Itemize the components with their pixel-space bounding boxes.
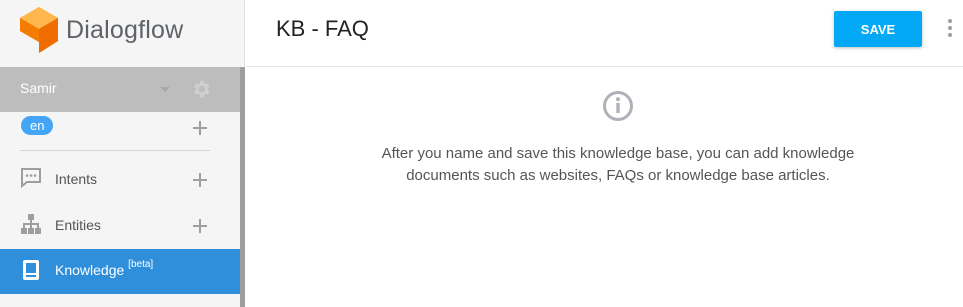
add-entity-icon[interactable]	[193, 219, 207, 233]
sidebar-item-label: Entities	[55, 217, 101, 233]
sidebar-item-label: Intents	[55, 171, 98, 187]
add-language-icon[interactable]	[193, 121, 207, 135]
empty-state-message: After you name and save this knowledge b…	[381, 145, 855, 184]
dialogflow-logo-icon	[20, 7, 58, 53]
sidebar-item-intents[interactable]: Intents	[0, 156, 240, 201]
sidebar-item-knowledge[interactable]: Knowledge [beta]	[0, 249, 240, 294]
more-vert-icon[interactable]	[946, 17, 954, 39]
sidebar: Dialogflow Samir en Intents Entities Kno…	[0, 0, 245, 307]
hierarchy-icon	[21, 214, 41, 234]
save-button[interactable]: SAVE	[834, 11, 922, 47]
page-title[interactable]: KB - FAQ	[276, 16, 369, 42]
logo-row[interactable]: Dialogflow	[0, 0, 245, 67]
book-icon	[23, 260, 39, 280]
agent-name: Samir	[20, 80, 57, 96]
page-header: KB - FAQ SAVE	[246, 0, 963, 67]
sidebar-scrollbar[interactable]	[240, 67, 245, 307]
gear-icon[interactable]	[190, 78, 212, 100]
divider	[20, 150, 210, 151]
chevron-down-icon[interactable]	[160, 87, 170, 92]
brand-name: Dialogflow	[66, 16, 184, 44]
info-icon	[603, 91, 633, 121]
beta-badge: [beta]	[128, 259, 154, 270]
chat-icon	[21, 168, 41, 189]
sidebar-item-label: Knowledge [beta]	[55, 259, 154, 278]
add-intent-icon[interactable]	[193, 173, 207, 187]
language-badge[interactable]: en	[21, 116, 54, 135]
sidebar-item-entities[interactable]: Entities	[0, 201, 240, 246]
